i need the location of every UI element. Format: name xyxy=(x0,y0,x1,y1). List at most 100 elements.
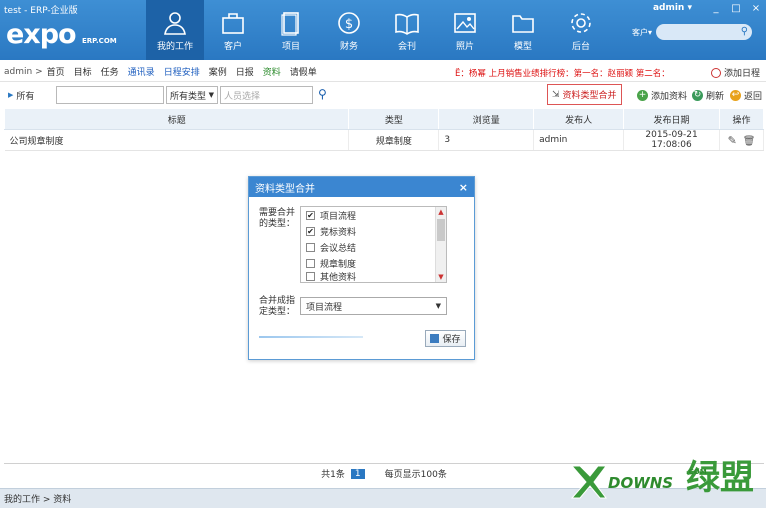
column-header-title[interactable]: 标题 xyxy=(3,108,350,130)
checkbox[interactable]: ✔ xyxy=(306,226,315,236)
checkbox[interactable] xyxy=(306,258,315,268)
all-label: 所有 xyxy=(16,91,35,102)
dialog-title: 资料类型合并 xyxy=(255,183,315,195)
search-icon[interactable]: ⚲ xyxy=(741,26,748,37)
user-icon xyxy=(164,12,186,35)
back-icon: ↩ xyxy=(730,89,741,101)
target-type-value: 项目流程 xyxy=(306,302,343,313)
cell-views: 3 xyxy=(438,129,535,151)
clock-icon xyxy=(710,67,721,78)
logo: expo xyxy=(6,19,77,50)
nav-label: 客户 xyxy=(223,42,242,52)
main-nav: 我的工作 客户 项目 $ 财务 会刊 照片 模型 后台 xyxy=(146,0,610,60)
menu-case[interactable]: 案例 xyxy=(209,65,227,78)
nav-finance[interactable]: $ 财务 xyxy=(320,0,378,60)
status-path: 我的工作 > 资料 xyxy=(4,495,72,505)
nav-label: 照片 xyxy=(455,42,474,52)
minimize-button[interactable]: _ xyxy=(706,3,726,14)
add-schedule-button[interactable]: 添加日程 xyxy=(710,66,760,79)
checkbox-item[interactable]: ✔ 项目流程 xyxy=(301,207,446,223)
person-select-input[interactable]: 人员选择 xyxy=(220,86,313,104)
page-number[interactable]: 1 xyxy=(350,468,365,479)
maximize-button[interactable]: □ xyxy=(726,3,746,14)
nav-label: 项目 xyxy=(281,42,300,52)
menu-leave[interactable]: 请假单 xyxy=(290,65,317,78)
app-header: test - ERP-企业版 expo ERP.COM 我的工作 客户 项目 $… xyxy=(0,0,766,60)
search-type-select[interactable]: 客户▾ xyxy=(632,27,652,38)
column-header-publisher[interactable]: 发布人 xyxy=(533,108,625,130)
close-icon[interactable]: × xyxy=(459,181,468,194)
checkbox[interactable] xyxy=(306,242,315,252)
checkbox-item[interactable]: 会议总结 xyxy=(301,239,446,255)
checkbox-label: 项目流程 xyxy=(320,211,357,222)
window-title: test - ERP-企业版 xyxy=(4,6,78,16)
add-material-button[interactable]: + 添加资料 xyxy=(637,89,687,102)
menu-task[interactable]: 任务 xyxy=(101,65,119,78)
target-type-label: 合并成指定类型： xyxy=(259,296,296,317)
checkbox-item[interactable]: 其他资料 xyxy=(301,271,446,281)
target-type-select[interactable]: 项目流程 ▼ xyxy=(300,297,447,315)
back-button[interactable]: ↩ 返回 xyxy=(730,89,762,102)
refresh-icon: ↻ xyxy=(692,89,703,101)
trash-icon[interactable]: 🗑 xyxy=(743,136,756,147)
nav-project[interactable]: 项目 xyxy=(262,0,320,60)
scroll-down-icon[interactable]: ▼ xyxy=(437,273,445,281)
nav-model[interactable]: 模型 xyxy=(494,0,552,60)
sales-ranking-marquee: Ë：杨幂 上月销售业绩排行榜：第一名：赵丽颖 第二名： xyxy=(455,69,670,79)
nav-my-work[interactable]: 我的工作 xyxy=(146,0,204,60)
checkbox-item[interactable]: 规章制度 xyxy=(301,255,446,271)
edit-icon[interactable]: ✎ xyxy=(728,134,737,147)
save-label: 保存 xyxy=(442,335,461,345)
keyword-input[interactable] xyxy=(56,86,164,104)
menu-daily[interactable]: 日报 xyxy=(236,65,254,78)
divider-line xyxy=(259,336,363,338)
nav-photo[interactable]: 照片 xyxy=(436,0,494,60)
column-header-date[interactable]: 发布日期 xyxy=(623,108,720,130)
menu-schedule[interactable]: 日程安排 xyxy=(164,65,200,78)
list-scrollbar[interactable]: ▲ ▼ xyxy=(435,207,446,282)
svg-text:$: $ xyxy=(345,17,353,32)
search-icon[interactable]: ⚲ xyxy=(318,87,327,101)
scroll-up-icon[interactable]: ▲ xyxy=(437,208,445,216)
source-types-label: 需要合并的类型： xyxy=(259,208,296,229)
menu-materials[interactable]: 资料 xyxy=(263,65,281,78)
dropdown-arrow-icon: ▼ xyxy=(208,91,214,99)
scroll-thumb[interactable] xyxy=(437,219,445,241)
document-icon xyxy=(281,12,299,36)
search-input[interactable]: ⚲ xyxy=(656,24,753,40)
table-header-row: 标题 类型 浏览量 发布人 发布日期 操作 xyxy=(3,108,764,130)
checkbox[interactable]: ✔ xyxy=(306,210,315,220)
save-button[interactable]: 保存 xyxy=(425,330,466,347)
add-material-label: 添加资料 xyxy=(651,91,688,102)
nav-label: 模型 xyxy=(513,42,532,52)
checkbox-label: 竞标资料 xyxy=(320,227,357,238)
dollar-icon: $ xyxy=(338,12,360,34)
nav-admin[interactable]: 后台 xyxy=(552,0,610,60)
close-window-button[interactable]: × xyxy=(746,3,766,14)
checkbox[interactable] xyxy=(306,271,315,281)
picture-icon xyxy=(454,13,476,33)
menu-contacts[interactable]: 通讯录 xyxy=(128,65,155,78)
column-header-views[interactable]: 浏览量 xyxy=(438,108,535,130)
column-header-type[interactable]: 类型 xyxy=(348,108,440,130)
refresh-button[interactable]: ↻ 刷新 xyxy=(692,89,724,102)
watermark-logo: DOWNS 绿盟 .COM xyxy=(566,456,756,504)
cell-type: 规章制度 xyxy=(348,129,440,151)
user-menu[interactable]: admin ▾ xyxy=(653,3,692,13)
book-icon xyxy=(395,13,419,35)
merge-types-button[interactable]: ⇲ 资料类型合并 xyxy=(547,84,622,105)
watermark-text: DOWNS xyxy=(608,474,674,492)
menu-home[interactable]: 首页 xyxy=(47,65,65,78)
all-filter[interactable]: ▶ 所有 xyxy=(8,89,34,102)
nav-customer[interactable]: 客户 xyxy=(204,0,262,60)
triangle-right-icon: ▶ xyxy=(8,91,14,99)
checkbox-item[interactable]: ✔ 竞标资料 xyxy=(301,223,446,239)
type-select[interactable]: 所有类型 ▼ xyxy=(166,86,218,104)
nav-journal[interactable]: 会刊 xyxy=(378,0,436,60)
menu-goal[interactable]: 目标 xyxy=(74,65,92,78)
floppy-icon xyxy=(430,334,440,343)
toolbar: ▶ 所有 所有类型 ▼ 人员选择 ⚲ ⇲ 资料类型合并 + 添加资料 ↻ 刷新 … xyxy=(0,84,766,106)
checkbox-label: 规章制度 xyxy=(320,259,357,270)
cell-title[interactable]: 公司规章制度 xyxy=(4,129,350,151)
table-row[interactable]: 公司规章制度 规章制度 3 admin 2015-09-21 17:08:06 … xyxy=(4,129,764,151)
